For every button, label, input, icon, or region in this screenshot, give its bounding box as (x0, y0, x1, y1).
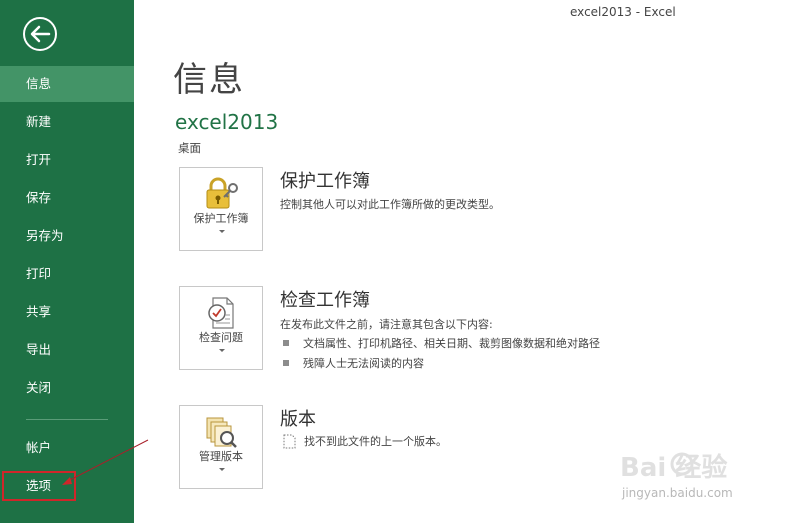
manage-versions-tile-label: 管理版本 (199, 450, 243, 463)
nav-item-save-as[interactable]: 另存为 (0, 218, 134, 254)
watermark-url: jingyan.baidu.com (622, 486, 733, 500)
sidebar-divider (26, 419, 108, 420)
inspect-bullet-text: 文档属性、打印机路径、相关日期、裁剪图像数据和绝对路径 (303, 337, 600, 350)
protect-workbook-tile-label: 保护工作簿 (193, 212, 249, 225)
nav-item-share[interactable]: 共享 (0, 294, 134, 330)
inspect-document-icon (208, 297, 234, 329)
nav-item-close[interactable]: 关闭 (0, 370, 134, 406)
page-title: 信息 (173, 60, 245, 100)
lock-key-icon (206, 177, 238, 209)
nav-item-print[interactable]: 打印 (0, 256, 134, 292)
protect-workbook-title: 保护工作簿 (280, 171, 370, 192)
versions-title: 版本 (280, 409, 316, 430)
chevron-down-icon (219, 230, 225, 233)
document-location: 桌面 (178, 141, 201, 155)
back-button[interactable] (22, 16, 58, 52)
inspect-workbook-title: 检查工作簿 (280, 290, 370, 311)
nav-item-info[interactable]: 信息 (0, 66, 134, 102)
inspect-workbook-description: 在发布此文件之前，请注意其包含以下内容: (280, 318, 493, 331)
nav-item-open[interactable]: 打开 (0, 142, 134, 178)
document-name: excel2013 (175, 110, 279, 134)
backstage-sidebar: 信息 新建 打开 保存 另存为 打印 共享 导出 关闭 帐户 选项 (0, 0, 134, 523)
inspect-bullet-text: 残障人士无法阅读的内容 (303, 357, 424, 370)
bullet-square-icon (283, 360, 289, 366)
nav-item-save[interactable]: 保存 (0, 180, 134, 216)
check-for-issues-tile-label: 检查问题 (199, 331, 243, 344)
inspect-bullet-item: 残障人士无法阅读的内容 (283, 355, 424, 371)
chevron-down-icon (219, 468, 225, 471)
manage-versions-icon (206, 417, 237, 448)
nav-item-export[interactable]: 导出 (0, 332, 134, 368)
protect-workbook-description: 控制其他人可以对此工作簿所做的更改类型。 (280, 198, 500, 211)
version-note-text: 找不到此文件的上一个版本。 (304, 435, 447, 448)
baidu-jingyan-watermark: Bai 经验 (620, 452, 727, 483)
document-dotted-icon (283, 434, 296, 448)
nav-item-new[interactable]: 新建 (0, 104, 134, 140)
nav-item-account[interactable]: 帐户 (0, 430, 134, 466)
manage-versions-button[interactable]: 管理版本 (179, 405, 263, 489)
back-arrow-icon (23, 17, 57, 51)
version-note-row: 找不到此文件的上一个版本。 (283, 433, 447, 450)
bullet-square-icon (283, 340, 289, 346)
inspect-bullet-item: 文档属性、打印机路径、相关日期、裁剪图像数据和绝对路径 (283, 335, 600, 351)
protect-workbook-button[interactable]: 保护工作簿 (179, 167, 263, 251)
window-title: excel2013 - Excel (570, 5, 676, 19)
chevron-down-icon (219, 349, 225, 352)
check-for-issues-button[interactable]: 检查问题 (179, 286, 263, 370)
options-highlight-box (2, 471, 76, 501)
